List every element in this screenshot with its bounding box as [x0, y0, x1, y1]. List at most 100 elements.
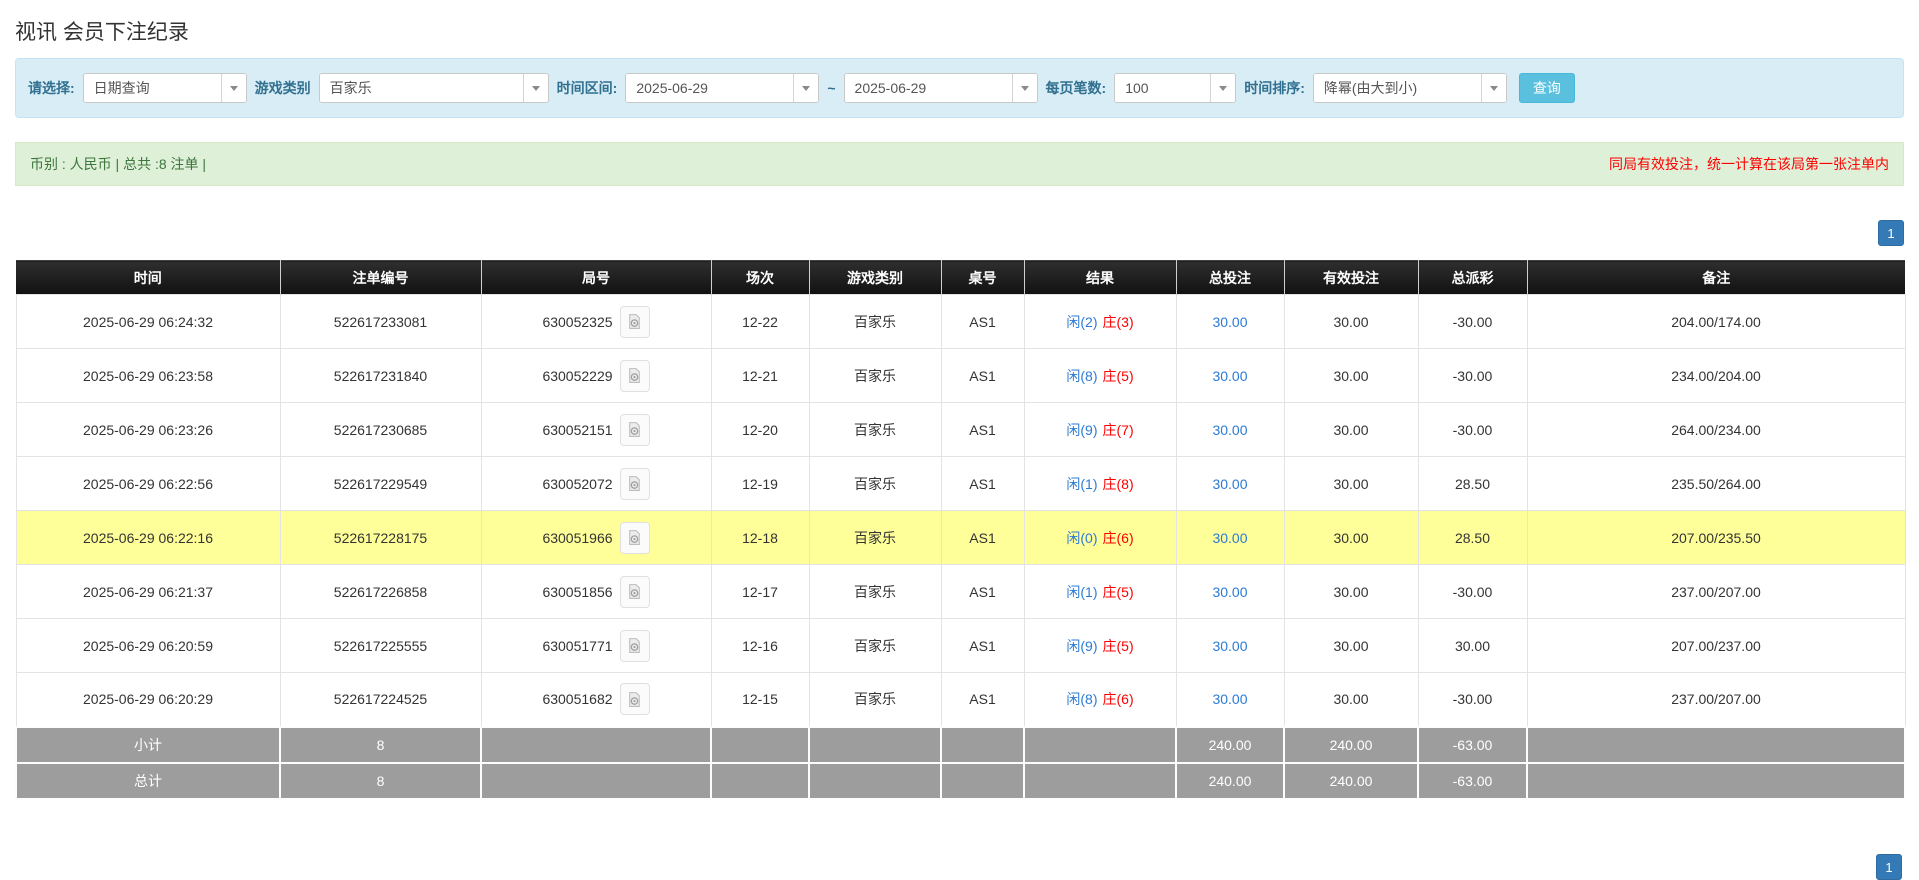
page-title: 视讯 会员下注纪录: [15, 21, 189, 44]
cell-payout: -30.00: [1417, 564, 1528, 619]
total-payout: -63.00: [1417, 761, 1528, 800]
video-replay-button[interactable]: [619, 413, 650, 446]
video-replay-button[interactable]: [619, 629, 650, 662]
chevron-down-icon: [229, 85, 238, 91]
cell-session: 12-19: [710, 456, 810, 511]
total-bet-link[interactable]: 30.00: [1212, 530, 1247, 546]
cell-result: 闲(8) 庄(5): [1023, 348, 1177, 403]
film-reel-icon: [629, 638, 640, 653]
round-id-value: 630052325: [542, 313, 613, 330]
cell-valid-bet: 30.00: [1283, 618, 1419, 673]
result-player: 闲(9): [1066, 637, 1098, 654]
summary-empty-cell: [940, 725, 1025, 764]
result-player: 闲(9): [1066, 421, 1098, 438]
summary-empty-cell: [1526, 725, 1906, 764]
cell-result: 闲(9) 庄(5): [1023, 618, 1177, 673]
cell-game-type: 百家乐: [808, 402, 942, 457]
header-session: 场次: [711, 260, 810, 295]
result-player: 闲(1): [1066, 475, 1098, 492]
total-bet-link[interactable]: 30.00: [1212, 422, 1247, 438]
subtotal-row: 小计 8 240.00 240.00 -63.00: [15, 725, 1906, 764]
date-to-value[interactable]: 2025-06-29: [844, 74, 1012, 102]
date-range-separator: ~: [827, 80, 836, 96]
subtotal-valid-bet: 240.00: [1283, 725, 1419, 764]
query-type-caret[interactable]: [220, 74, 246, 102]
table-row: 2025-06-29 06:22:56 522617229549 6300520…: [15, 456, 1906, 511]
query-type-value[interactable]: 日期查询: [83, 74, 221, 102]
round-id-value: 630052151: [542, 421, 613, 438]
game-type-select[interactable]: 百家乐: [318, 73, 549, 103]
cell-valid-bet: 30.00: [1283, 564, 1419, 619]
header-bet-id: 注单编号: [280, 260, 482, 295]
video-replay-button[interactable]: [619, 683, 650, 716]
total-total-bet: 240.00: [1175, 761, 1285, 800]
video-replay-button[interactable]: [619, 359, 650, 392]
query-button[interactable]: 查询: [1518, 73, 1575, 103]
table-row: 2025-06-29 06:20:59 522617225555 6300517…: [15, 618, 1906, 673]
video-replay-button[interactable]: [619, 467, 650, 500]
pagination-bottom: 1: [1876, 854, 1902, 880]
film-reel-icon: [629, 691, 640, 707]
total-bet-link[interactable]: 30.00: [1212, 476, 1247, 492]
per-page-caret[interactable]: [1210, 74, 1236, 102]
result-player: 闲(1): [1066, 583, 1098, 600]
time-range-label: 时间区间:: [556, 80, 618, 96]
game-type-label: 游戏类别: [254, 80, 311, 96]
summary-empty-cell: [1526, 761, 1906, 800]
cell-time: 2025-06-29 06:24:32: [15, 294, 281, 349]
page-1-button-bottom[interactable]: 1: [1876, 854, 1902, 880]
cell-game-type: 百家乐: [808, 510, 942, 565]
round-id-value: 630051682: [542, 691, 613, 708]
cell-round-id: 630052325: [480, 294, 712, 349]
cell-result: 闲(9) 庄(7): [1023, 402, 1177, 457]
total-bet-link[interactable]: 30.00: [1212, 314, 1247, 330]
cell-game-type: 百家乐: [808, 672, 942, 727]
game-type-value[interactable]: 百家乐: [319, 74, 523, 102]
total-bet-link[interactable]: 30.00: [1212, 638, 1247, 654]
total-bet-link[interactable]: 30.00: [1212, 368, 1247, 384]
film-reel-icon: [629, 530, 640, 545]
cell-bet-id: 522617224525: [279, 672, 482, 727]
time-sort-caret[interactable]: [1480, 74, 1506, 102]
cell-game-type: 百家乐: [808, 618, 942, 673]
date-from-caret[interactable]: [793, 74, 819, 102]
per-page-label: 每页笔数:: [1045, 80, 1107, 96]
result-banker: 庄(6): [1102, 691, 1134, 708]
date-from-select[interactable]: 2025-06-29: [625, 73, 820, 103]
time-sort-select[interactable]: 降幂(由大到小): [1312, 73, 1507, 103]
film-reel-icon: [629, 584, 640, 599]
film-reel-icon: [629, 422, 640, 437]
per-page-select[interactable]: 100: [1114, 73, 1237, 103]
game-type-caret[interactable]: [522, 74, 548, 102]
time-sort-value[interactable]: 降幂(由大到小): [1313, 74, 1481, 102]
cell-remark: 237.00/207.00: [1526, 564, 1906, 619]
total-bet-link[interactable]: 30.00: [1212, 584, 1247, 600]
date-to-caret[interactable]: [1011, 74, 1037, 102]
cell-session: 12-17: [710, 564, 810, 619]
video-replay-button[interactable]: [619, 575, 650, 608]
table-body: 2025-06-29 06:24:32 522617233081 6300523…: [15, 294, 1906, 727]
date-from-value[interactable]: 2025-06-29: [626, 74, 794, 102]
film-reel-icon: [629, 476, 640, 491]
cell-remark: 204.00/174.00: [1526, 294, 1906, 349]
cell-valid-bet: 30.00: [1283, 402, 1419, 457]
result-banker: 庄(7): [1102, 421, 1134, 438]
time-sort-label: 时间排序:: [1244, 80, 1305, 96]
pagination-top: 1: [0, 220, 1904, 246]
cell-total-bet: 30.00: [1175, 348, 1285, 403]
cell-session: 12-22: [710, 294, 810, 349]
cell-table-no: AS1: [940, 672, 1025, 727]
query-type-select[interactable]: 日期查询: [82, 73, 247, 103]
date-to-select[interactable]: 2025-06-29: [843, 73, 1038, 103]
video-replay-button[interactable]: [619, 305, 650, 338]
total-bet-link[interactable]: 30.00: [1212, 691, 1247, 707]
per-page-value[interactable]: 100: [1115, 74, 1211, 102]
result-player: 闲(8): [1066, 691, 1098, 708]
header-valid-bet: 有效投注: [1284, 260, 1419, 295]
summary-empty-cell: [480, 761, 712, 800]
cell-payout: -30.00: [1417, 348, 1528, 403]
page-1-button[interactable]: 1: [1878, 220, 1904, 246]
cell-table-no: AS1: [940, 456, 1025, 511]
video-replay-button[interactable]: [619, 521, 650, 554]
table-row: 2025-06-29 06:24:32 522617233081 6300523…: [15, 294, 1906, 349]
